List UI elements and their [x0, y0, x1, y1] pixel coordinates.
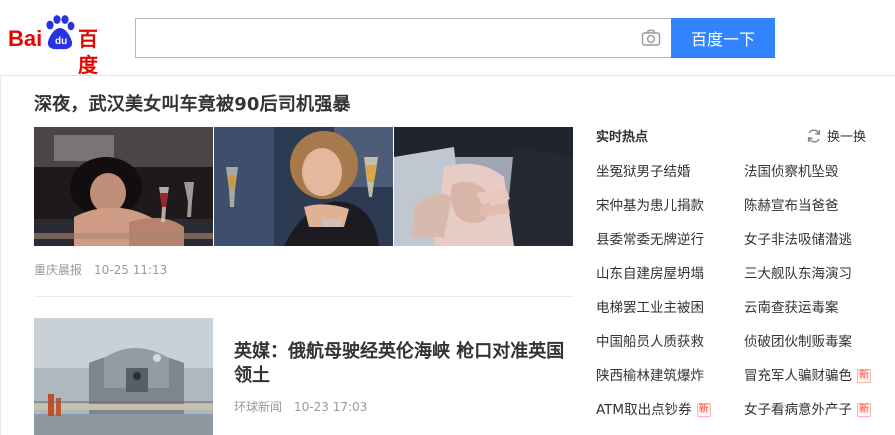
search-input[interactable] [136, 19, 626, 57]
news-meta: 重庆晨报 10-25 11:13 [34, 262, 167, 278]
hot-item[interactable]: 宋仲基为患儿捐款 [596, 197, 704, 215]
logo-latin-text: Bai [8, 26, 43, 51]
news-title[interactable]: 英媒：俄航母驶经英伦海峡 枪口对准英国领土 [234, 340, 574, 388]
hot-item[interactable]: 县委常委无牌逆行 [596, 231, 704, 249]
header-bar: Bai du 百度 百度一下 [0, 0, 895, 77]
hot-item[interactable]: 三大舰队东海演习 [744, 265, 852, 283]
hot-item[interactable]: 电梯罢工业主被困 [596, 299, 704, 317]
hot-item[interactable]: 女子非法吸储潜逃 [744, 231, 852, 249]
hot-item-label: 电梯罢工业主被困 [596, 300, 704, 316]
new-badge: 新 [696, 403, 711, 417]
hot-item-label: 法国侦察机坠毁 [744, 164, 839, 180]
refresh-button[interactable]: 换一换 [806, 126, 866, 145]
hot-item[interactable]: 陈赫宣布当爸爸 [744, 197, 839, 215]
hot-item-label: 宋仲基为患儿捐款 [596, 198, 704, 214]
hot-item-label: 三大舰队东海演习 [744, 266, 852, 282]
news-source[interactable]: 重庆晨报 [34, 263, 82, 277]
news-source[interactable]: 环球新闻 [234, 400, 282, 414]
hot-item[interactable]: 坐冤狱男子结婚 [596, 163, 691, 181]
search-box [135, 18, 671, 58]
hot-item-label: ATM取出点钞券 [596, 402, 692, 418]
hot-item[interactable]: 陕西榆林建筑爆炸 [596, 367, 704, 385]
hot-item[interactable]: 女子看病意外产子新 [744, 401, 871, 419]
hot-item[interactable]: 侦破团伙制贩毒案 [744, 333, 852, 351]
hot-item-label: 县委常委无牌逆行 [596, 232, 704, 248]
news-divider [34, 296, 573, 297]
news-image[interactable] [34, 318, 213, 435]
hot-item-label: 侦破团伙制贩毒案 [744, 334, 852, 350]
left-divider [0, 77, 1, 435]
news-title[interactable]: 深夜，武汉美女叫车竟被90后司机强暴 [34, 93, 351, 117]
logo-paw-text: du [55, 36, 68, 47]
refresh-icon [807, 129, 821, 142]
news-image[interactable] [34, 127, 213, 246]
hot-item[interactable]: 冒充军人骗财骗色新 [744, 367, 871, 385]
camera-icon[interactable] [641, 29, 661, 47]
hot-item[interactable]: 云南查获运毒案 [744, 299, 839, 317]
hot-item[interactable]: 山东自建房屋坍塌 [596, 265, 704, 283]
search-button[interactable]: 百度一下 [671, 18, 775, 58]
new-badge: 新 [857, 403, 871, 417]
logo-chinese-text: 百度 [78, 27, 98, 77]
baidu-logo[interactable]: Bai du 百度 [8, 14, 112, 77]
hot-item-label: 山东自建房屋坍塌 [596, 266, 704, 282]
hot-item[interactable]: 法国侦察机坠毁 [744, 163, 839, 181]
news-photo-woman-at-bar [34, 127, 213, 246]
hot-item-label: 云南查获运毒案 [744, 300, 839, 316]
hot-list-title: 实时热点 [596, 130, 649, 145]
news-time: 10-25 11:13 [94, 263, 168, 277]
hot-item-label: 女子看病意外产子 [744, 402, 852, 418]
hot-item-label: 中国船员人质获救 [596, 334, 704, 350]
hot-item-label: 坐冤狱男子结婚 [596, 164, 691, 180]
hot-item-label: 陕西榆林建筑爆炸 [596, 368, 704, 384]
hot-item-label: 女子非法吸储潜逃 [744, 232, 852, 248]
news-image[interactable] [394, 127, 573, 246]
news-photo-woman-toasting [214, 127, 393, 246]
hot-item-label: 冒充军人骗财骗色 [744, 368, 852, 384]
new-badge: 新 [857, 369, 871, 383]
news-meta: 环球新闻 10-23 17:03 [234, 399, 367, 415]
hot-item[interactable]: ATM取出点钞券新 [596, 401, 711, 419]
news-photo-hands [394, 127, 573, 246]
hot-item-label: 陈赫宣布当爸爸 [744, 198, 839, 214]
news-photo-ship-gun [34, 318, 213, 435]
news-time: 10-23 17:03 [294, 400, 368, 414]
hot-item[interactable]: 中国船员人质获救 [596, 333, 704, 351]
refresh-label: 换一换 [827, 130, 867, 145]
news-image[interactable] [214, 127, 393, 246]
